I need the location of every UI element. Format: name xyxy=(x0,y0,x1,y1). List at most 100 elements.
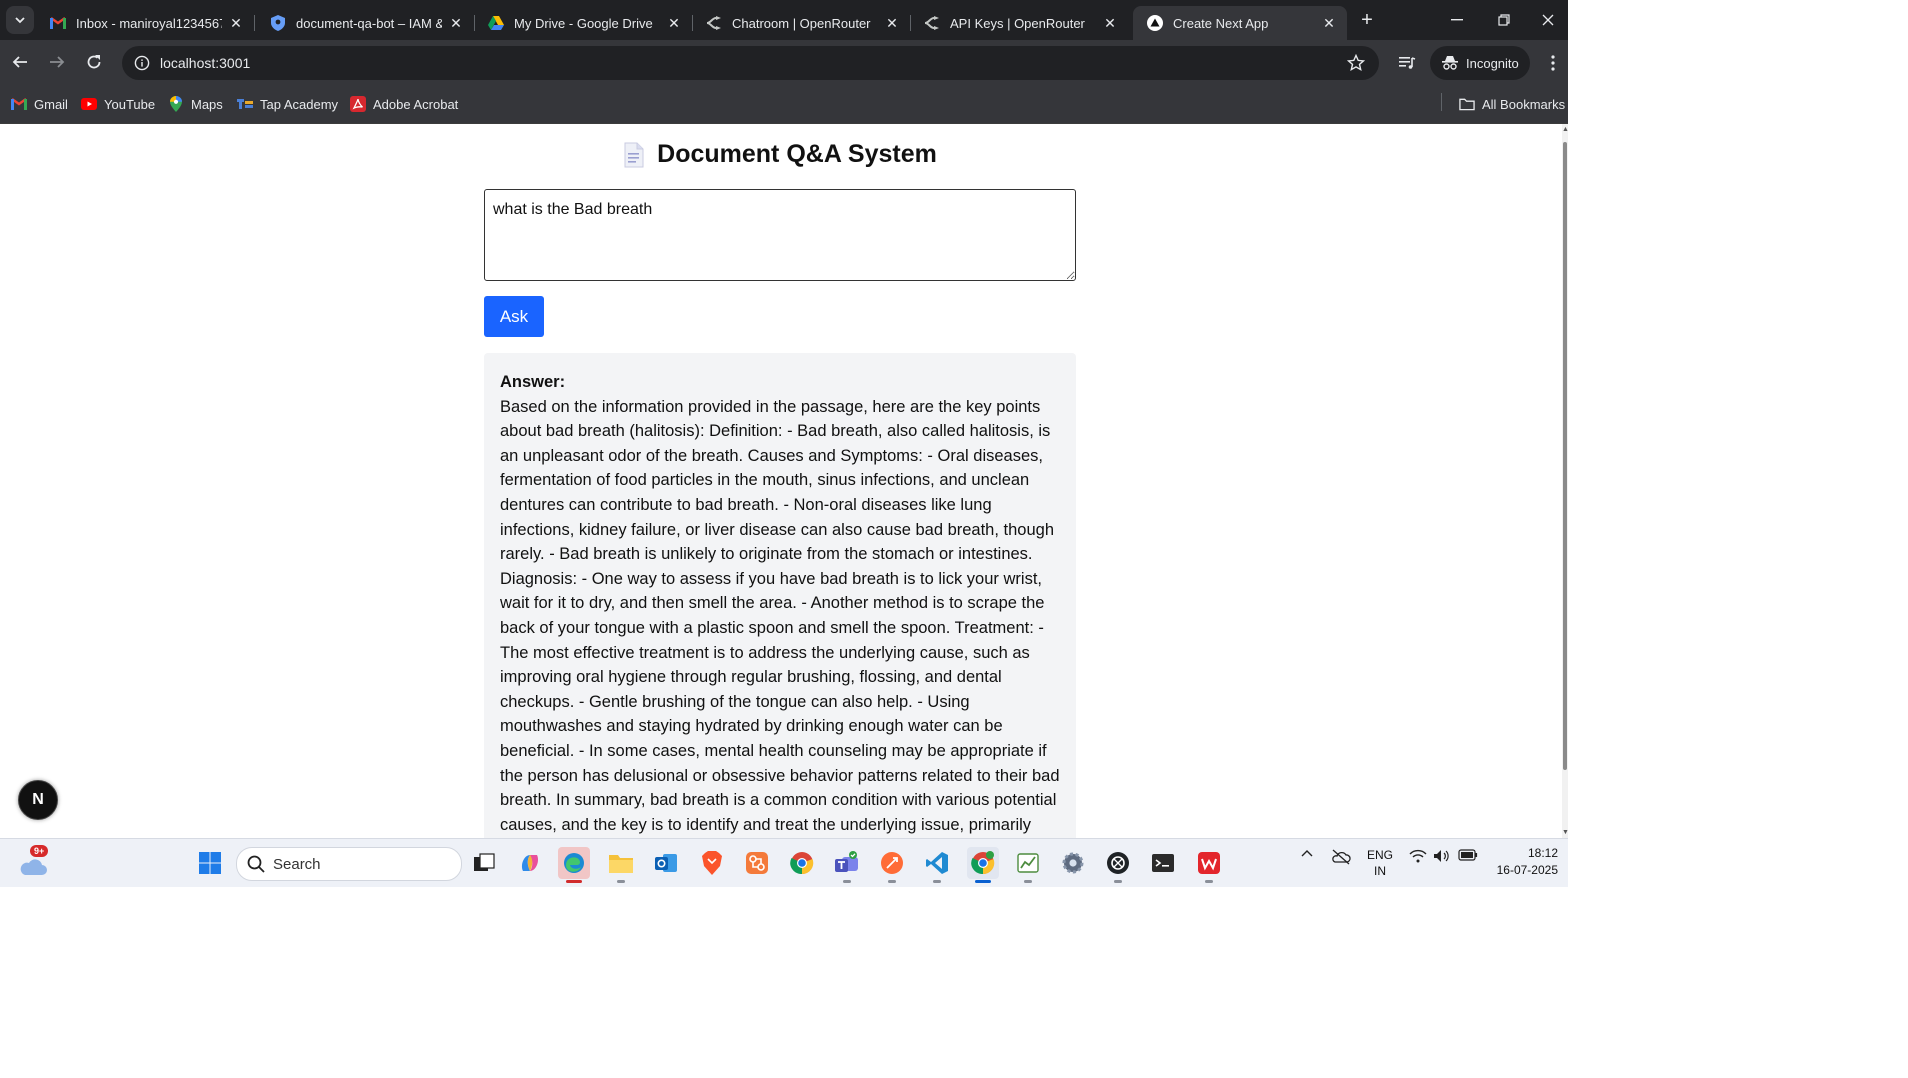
address-bar[interactable]: localhost:3001 xyxy=(122,46,1379,80)
notification-badge: 9+ xyxy=(30,845,49,857)
search-placeholder: Search xyxy=(273,855,321,873)
tab-api-keys-openrouter[interactable]: API Keys | OpenRouter ✕ xyxy=(910,6,1128,40)
forward-button[interactable] xyxy=(43,48,71,76)
url-text[interactable]: localhost:3001 xyxy=(160,55,250,71)
scroll-down-arrow[interactable]: ▼ xyxy=(1562,829,1569,836)
chrome-incognito-app[interactable] xyxy=(967,847,999,883)
question-input[interactable] xyxy=(484,189,1076,281)
scrollbar-thumb[interactable] xyxy=(1563,142,1567,770)
openrouter-icon xyxy=(706,15,722,31)
media-control-icon[interactable] xyxy=(1394,50,1420,76)
bookmark-maps[interactable]: Maps xyxy=(168,94,223,114)
gmail-icon xyxy=(50,15,66,31)
onedrive-status[interactable] xyxy=(1330,849,1352,865)
new-tab-button[interactable]: + xyxy=(1356,9,1378,31)
vscode-app[interactable] xyxy=(921,847,953,883)
close-tab-icon[interactable]: ✕ xyxy=(1319,13,1339,33)
close-tab-icon[interactable]: ✕ xyxy=(882,13,902,33)
close-tab-icon[interactable]: ✕ xyxy=(226,13,246,33)
close-tab-icon[interactable]: ✕ xyxy=(446,13,466,33)
document-icon xyxy=(624,142,644,167)
site-info-icon[interactable] xyxy=(130,51,154,75)
speaker-icon xyxy=(1434,850,1449,862)
windows-icon xyxy=(199,852,221,874)
google-drive-icon xyxy=(488,15,504,31)
menu-button[interactable] xyxy=(1540,50,1566,76)
bookmark-star-icon[interactable] xyxy=(1345,52,1367,74)
edge-app[interactable] xyxy=(558,847,590,883)
tab-create-next-app[interactable]: Create Next App ✕ xyxy=(1133,6,1347,40)
bookmark-tap-academy[interactable]: Tap Academy xyxy=(237,94,338,114)
folder-icon xyxy=(1459,96,1475,112)
teams-app[interactable] xyxy=(831,847,863,883)
clock-date: 16-07-2025 xyxy=(1496,863,1558,877)
openai-icon xyxy=(1107,852,1129,874)
settings-app[interactable] xyxy=(1057,847,1089,879)
paint-app[interactable] xyxy=(1012,847,1044,883)
copilot-app[interactable] xyxy=(514,847,546,879)
tab-search-button[interactable] xyxy=(6,6,34,34)
chart-icon xyxy=(1017,853,1039,873)
minimize-button[interactable] xyxy=(1434,0,1480,40)
show-hidden-icons-button[interactable] xyxy=(1298,849,1316,857)
maps-icon xyxy=(168,96,184,112)
task-view-button[interactable] xyxy=(468,847,500,879)
bookmarks-bar: Gmail YouTube Maps Tap Academy Adobe Acr… xyxy=(0,86,1568,124)
bookmark-gmail[interactable]: Gmail xyxy=(11,94,68,114)
postman-orange-app[interactable] xyxy=(876,847,908,883)
chrome-icon xyxy=(971,851,995,875)
bookmark-youtube[interactable]: YouTube xyxy=(81,94,155,114)
task-view-icon xyxy=(474,853,495,871)
battery-status[interactable] xyxy=(1457,849,1479,861)
back-button[interactable] xyxy=(6,48,34,76)
chevron-up-icon xyxy=(1301,850,1313,857)
start-button[interactable] xyxy=(194,847,226,879)
tab-title: Chatroom | OpenRouter xyxy=(732,15,871,31)
reload-button[interactable] xyxy=(80,48,108,76)
wps-office-app[interactable] xyxy=(1193,847,1225,883)
tab-gmail-inbox[interactable]: Inbox - maniroyal1234567@ ✕ xyxy=(36,6,255,40)
outlook-icon xyxy=(655,854,677,872)
page-scrollbar[interactable]: ▲ ▼ xyxy=(1562,124,1569,838)
page-viewport: Document Q&A System Ask Answer: Based on… xyxy=(0,124,1562,838)
edge-icon xyxy=(564,853,584,873)
scroll-up-arrow[interactable]: ▲ xyxy=(1562,126,1569,133)
outlook-app[interactable] xyxy=(650,847,682,879)
tab-google-drive[interactable]: My Drive - Google Drive ✕ xyxy=(474,6,693,40)
all-bookmarks-button[interactable]: All Bookmarks xyxy=(1459,94,1565,114)
page-title: Document Q&A System xyxy=(657,140,937,168)
nextjs-dev-indicator[interactable]: N xyxy=(18,780,58,820)
clock-time: 18:12 xyxy=(1527,846,1558,860)
system-clock[interactable]: 18:12 16-07-2025 xyxy=(1488,845,1558,879)
close-window-button[interactable] xyxy=(1528,0,1568,40)
postman-app[interactable] xyxy=(741,847,773,879)
terminal-app[interactable] xyxy=(1147,847,1179,879)
cloud-off-icon xyxy=(1332,849,1351,865)
close-tab-icon[interactable]: ✕ xyxy=(1100,13,1120,33)
chatgpt-app[interactable] xyxy=(1102,847,1134,883)
vscode-icon xyxy=(926,852,948,874)
tab-title: document-qa-bot – IAM & xyxy=(296,15,442,31)
brave-app[interactable] xyxy=(696,847,728,879)
bookmark-label: Tap Academy xyxy=(260,96,339,112)
bookmark-adobe-acrobat[interactable]: Adobe Acrobat xyxy=(350,94,458,114)
browser-toolbar: localhost:3001 Incognito xyxy=(0,40,1568,86)
region-code: IN xyxy=(1374,864,1386,878)
taskbar-search[interactable]: Search xyxy=(236,847,462,881)
chrome-app[interactable] xyxy=(786,847,818,879)
wifi-status[interactable] xyxy=(1408,849,1428,863)
tab-chatroom-openrouter[interactable]: Chatroom | OpenRouter ✕ xyxy=(692,6,911,40)
file-explorer-app[interactable] xyxy=(605,847,637,883)
wifi-icon xyxy=(1409,849,1427,863)
tab-document-qa-bot[interactable]: document-qa-bot – IAM & ✕ xyxy=(256,6,475,40)
volume-status[interactable] xyxy=(1432,849,1452,863)
restore-button[interactable] xyxy=(1481,0,1527,40)
weather-widget[interactable]: 9+ xyxy=(16,845,52,879)
close-tab-icon[interactable]: ✕ xyxy=(664,13,684,33)
close-icon xyxy=(1542,14,1554,26)
ask-button[interactable]: Ask xyxy=(484,296,544,337)
tap-academy-icon xyxy=(237,96,253,112)
incognito-indicator[interactable]: Incognito xyxy=(1430,46,1530,80)
language-indicator[interactable]: ENG IN xyxy=(1362,847,1398,879)
arrow-right-icon xyxy=(50,56,65,68)
